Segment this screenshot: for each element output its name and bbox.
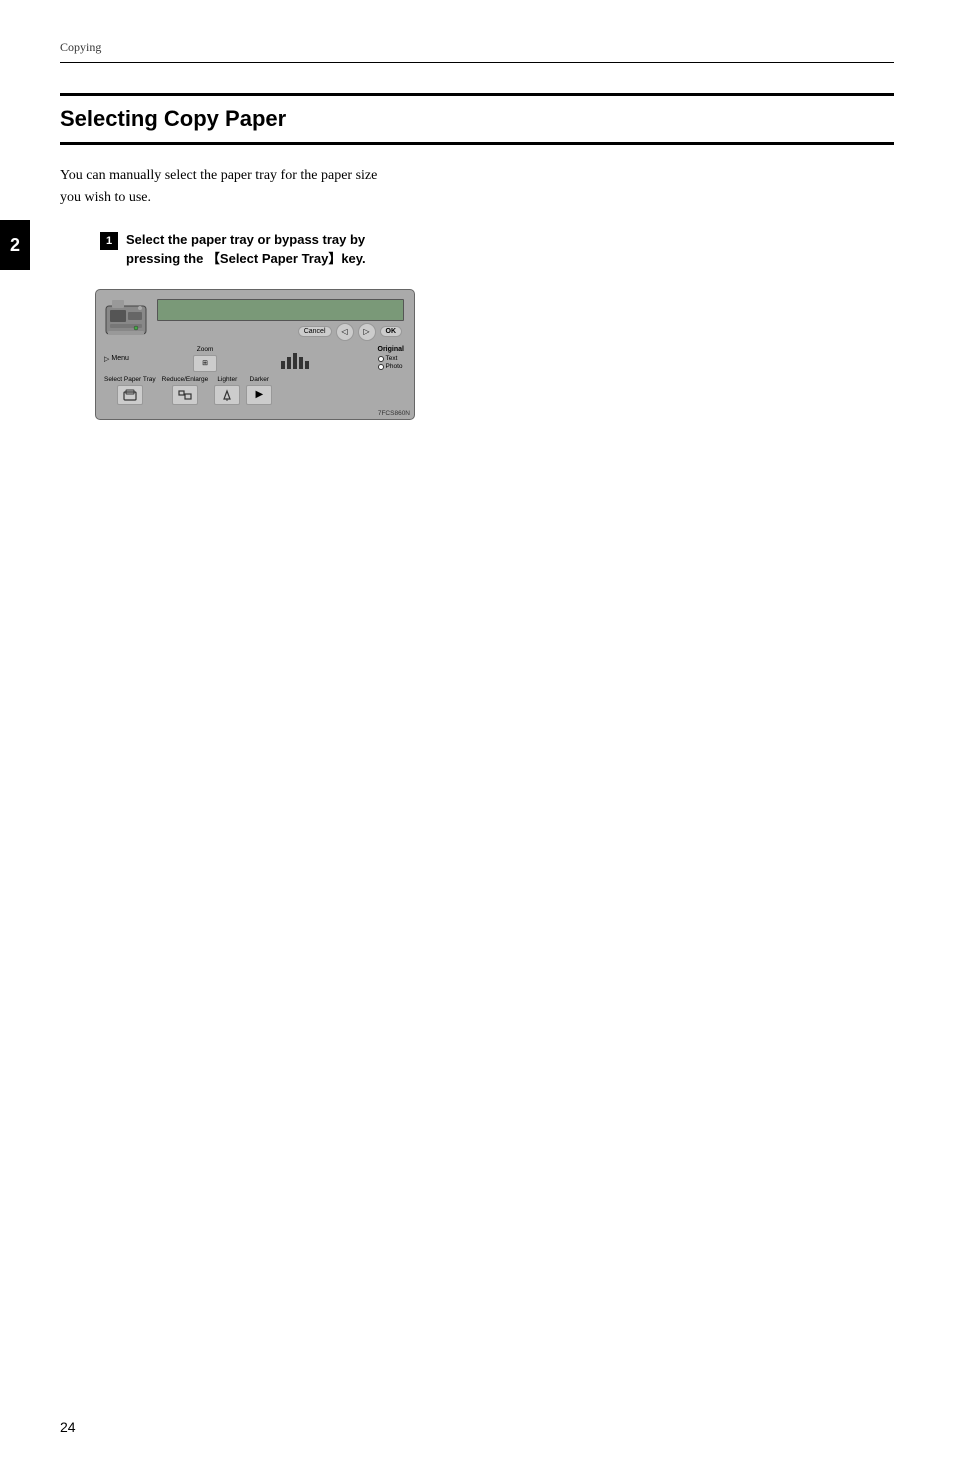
step1-text: Select the paper tray or bypass tray by … [126, 230, 406, 269]
nav-left-button[interactable]: ◁ [336, 323, 354, 341]
density-bar-4 [299, 357, 303, 369]
page-footer: 24 [60, 1419, 76, 1435]
density-display [281, 349, 309, 369]
radio-text-row: Text [378, 355, 404, 362]
cancel-button-panel[interactable]: Cancel [298, 326, 332, 337]
density-bar-5 [305, 361, 309, 369]
density-bar-3 [293, 353, 297, 369]
radio-photo[interactable] [378, 364, 384, 370]
panel-display-screen [157, 299, 404, 321]
chapter-tab: 2 [0, 220, 30, 270]
radio-photo-row: Photo [378, 363, 404, 370]
darker-col: Darker ▶ [246, 376, 272, 405]
density-bar-1 [281, 361, 285, 369]
panel-menu-zoom-row: ▷ Menu Zoom ⊞ Original [104, 346, 404, 372]
page-container: 2 Copying Selecting Copy Paper You can m… [0, 0, 954, 1475]
page-header: Copying [60, 40, 894, 63]
panel-display-area: Cancel ◁ ▷ OK [157, 299, 404, 341]
select-paper-tray-col: Select Paper Tray [104, 376, 156, 405]
lighter-icon [220, 389, 234, 401]
tray-icon [123, 389, 137, 401]
darker-arrow-icon: ▶ [255, 389, 263, 400]
darker-button[interactable]: ▶ [246, 385, 272, 405]
step-number-1: 1 [100, 232, 118, 250]
select-paper-tray-label: Select Paper Tray [104, 376, 156, 383]
zoom-group: Zoom ⊞ [193, 346, 217, 372]
menu-label: Menu [111, 355, 129, 362]
chapter-number: 2 [10, 235, 20, 256]
ok-button-panel[interactable]: OK [380, 326, 403, 337]
darker-label: Darker [250, 376, 270, 383]
reduce-enlarge-label: Reduce/Enlarge [162, 376, 209, 383]
zoom-icon: ⊞ [202, 359, 208, 367]
menu-arrow-icon: ▷ [104, 355, 109, 363]
reduce-enlarge-button[interactable] [172, 385, 198, 405]
page-number: 24 [60, 1419, 76, 1435]
panel-nav-row: Cancel ◁ ▷ OK [157, 323, 404, 341]
reduce-enlarge-icon [178, 389, 192, 401]
select-paper-tray-button[interactable] [117, 385, 143, 405]
panel-bottom-buttons-row: Select Paper Tray Reduce/Enlarge [104, 376, 404, 405]
section-title-block: Selecting Copy Paper [60, 93, 894, 145]
nav-right-button[interactable]: ▷ [358, 323, 376, 341]
text-label: Text [386, 355, 398, 362]
breadcrumb: Copying [60, 40, 101, 54]
printer-icon [104, 298, 149, 342]
zoom-button[interactable]: ⊞ [193, 355, 217, 372]
lighter-label: Lighter [217, 376, 237, 383]
menu-button[interactable]: ▷ Menu [104, 355, 129, 363]
original-section: Original Text Photo [378, 346, 404, 371]
nav-right-icon: ▷ [363, 327, 369, 336]
zoom-label: Zoom [197, 346, 214, 353]
density-bar-2 [287, 357, 291, 369]
panel-top-row: Cancel ◁ ▷ OK [104, 298, 404, 342]
nav-left-icon: ◁ [341, 327, 347, 336]
reduce-enlarge-col: Reduce/Enlarge [162, 376, 209, 405]
figure-id: 7FCS860N [378, 410, 410, 417]
step1-key-highlight: 【Select Paper Tray】 [207, 251, 341, 266]
radio-text[interactable] [378, 356, 384, 362]
section-title: Selecting Copy Paper [60, 106, 286, 131]
photo-label: Photo [386, 363, 403, 370]
lighter-col: Lighter [214, 376, 240, 405]
copier-panel: Cancel ◁ ▷ OK ▷ Menu Zoom [95, 289, 415, 420]
step1-block: 1 Select the paper tray or bypass tray b… [60, 230, 894, 269]
original-title: Original [378, 346, 404, 353]
lighter-button[interactable] [214, 385, 240, 405]
body-text: You can manually select the paper tray f… [60, 165, 380, 210]
